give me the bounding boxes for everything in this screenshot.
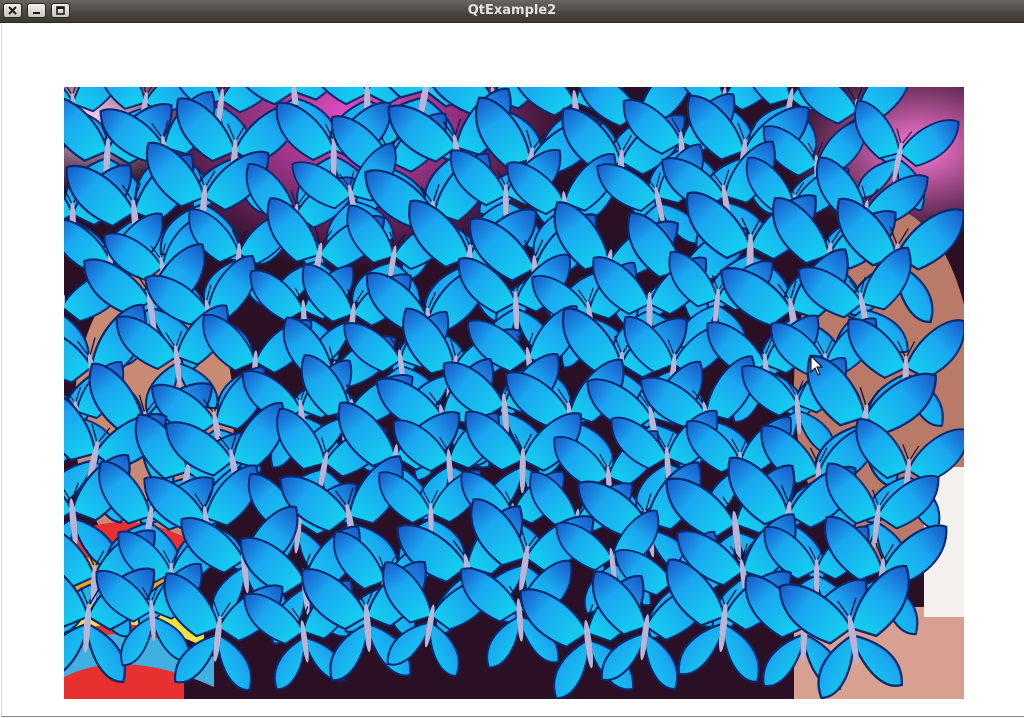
main-view [1,23,1024,717]
graphics-scene[interactable] [64,87,964,699]
app-window: QtExample2 [0,0,1024,718]
mouse-cursor-icon [810,355,824,376]
minimize-button[interactable] [27,3,46,18]
scene-canvas [64,87,964,699]
minimize-icon [33,12,40,14]
window-title: QtExample2 [467,3,557,18]
close-icon [8,6,17,15]
close-button[interactable] [3,3,22,18]
maximize-icon [56,6,65,15]
title-bar[interactable]: QtExample2 [0,0,1024,23]
butterfly-sprites [64,87,964,699]
maximize-button[interactable] [51,3,70,18]
